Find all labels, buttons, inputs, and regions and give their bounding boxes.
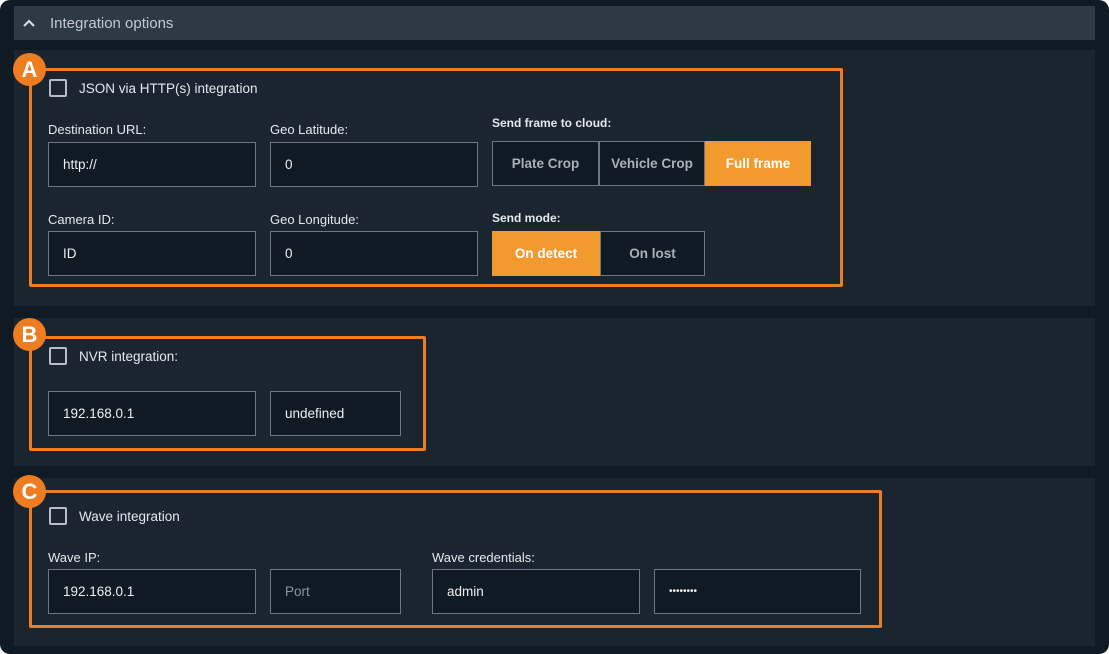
chevron-up-icon[interactable] — [22, 16, 36, 30]
section-title: Integration options — [50, 14, 174, 32]
highlight-box-a — [29, 68, 843, 287]
badge-c: C — [13, 475, 46, 508]
badge-a: A — [13, 53, 46, 86]
integration-options-window: Integration options JSON via HTTP(s) int… — [0, 0, 1109, 654]
badge-b: B — [13, 318, 46, 351]
highlight-box-b — [29, 336, 426, 451]
integration-options-header[interactable]: Integration options — [14, 6, 1095, 40]
highlight-box-c — [29, 490, 882, 628]
